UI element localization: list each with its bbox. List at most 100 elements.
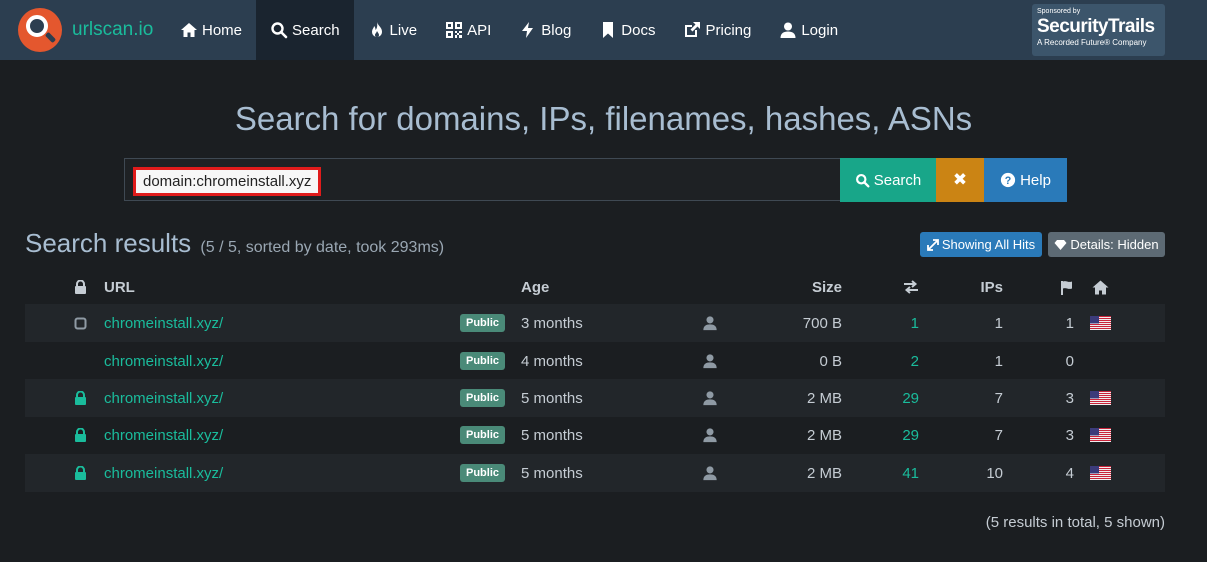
help-button[interactable]: ? Help xyxy=(984,158,1067,202)
user-icon xyxy=(779,21,797,39)
visibility-badge: Public xyxy=(460,426,506,444)
showing-all-hits-button[interactable]: Showing All Hits xyxy=(920,232,1042,257)
nav-login[interactable]: Login xyxy=(765,0,852,60)
details-toggle-button[interactable]: Details: Hidden xyxy=(1048,232,1165,257)
results-summary: (5 results in total, 5 shown) xyxy=(985,514,1165,531)
results-heading: Search results (5 / 5, sorted by date, t… xyxy=(25,228,444,259)
search-icon xyxy=(855,173,870,187)
result-countries: 3 xyxy=(1065,389,1074,407)
table-row[interactable]: chromeinstall.xyz/Public 5 months 2 MB 29 7 3 xyxy=(25,416,1165,454)
user-icon xyxy=(701,379,719,417)
result-countries: 3 xyxy=(1065,426,1074,444)
result-size: 700 B xyxy=(802,314,842,332)
brand-link[interactable]: urlscan.io xyxy=(18,8,153,52)
result-requests: 2 xyxy=(910,352,919,370)
nav-blog[interactable]: Blog xyxy=(505,0,585,60)
svg-text:?: ? xyxy=(1005,175,1012,187)
urlscan-logo-icon xyxy=(18,8,62,52)
results-meta: (5 / 5, sorted by date, took 293ms) xyxy=(200,239,445,256)
search-input[interactable]: domain:chromeinstall.xyz xyxy=(124,158,840,201)
result-size: 0 B xyxy=(819,352,842,370)
result-age: 4 months xyxy=(521,352,583,370)
ips-column-header[interactable]: IPs xyxy=(925,272,1003,302)
result-age: 3 months xyxy=(521,314,583,332)
us-flag-icon xyxy=(1089,379,1111,417)
result-url-link[interactable]: chromeinstall.xyz/ xyxy=(104,342,223,380)
fire-icon xyxy=(368,21,386,39)
search-button[interactable]: Search xyxy=(840,158,936,202)
bolt-icon xyxy=(519,21,537,39)
sponsor-name: SecurityTrails xyxy=(1037,16,1155,37)
close-icon: ✖ xyxy=(952,170,968,189)
clear-button[interactable]: ✖ xyxy=(936,158,984,202)
table-row[interactable]: chromeinstall.xyz/Public 4 months 0 B 2 1 0 xyxy=(25,342,1165,380)
result-ips: 7 xyxy=(994,426,1003,444)
us-flag-icon xyxy=(1089,304,1111,342)
nav-home-label: Home xyxy=(202,21,243,39)
lock-icon xyxy=(71,454,89,492)
table-row[interactable]: chromeinstall.xyz/Public 5 months 2 MB 29 7 3 xyxy=(25,379,1165,417)
main-nav: Home Search Live API Blog Docs Pricing L… xyxy=(166,0,852,60)
us-flag-icon xyxy=(1089,416,1111,454)
nav-live[interactable]: Live xyxy=(354,0,432,60)
nav-api[interactable]: API xyxy=(431,0,505,60)
lock-icon xyxy=(71,416,89,454)
result-countries: 4 xyxy=(1065,464,1074,482)
qrcode-icon xyxy=(445,21,463,39)
result-ips: 7 xyxy=(994,389,1003,407)
result-requests: 41 xyxy=(902,464,919,482)
nav-pricing[interactable]: Pricing xyxy=(669,0,765,60)
help-button-label: Help xyxy=(1020,171,1051,189)
size-column-header[interactable]: Size xyxy=(725,272,842,302)
user-icon xyxy=(701,454,719,492)
result-ips: 10 xyxy=(986,464,1003,482)
visibility-badge: Public xyxy=(460,352,506,370)
result-url-link[interactable]: chromeinstall.xyz/ xyxy=(104,379,223,417)
result-url-link[interactable]: chromeinstall.xyz/ xyxy=(104,454,223,492)
nav-live-label: Live xyxy=(389,21,418,39)
countries-header-flag-icon xyxy=(1015,272,1074,302)
age-column-header[interactable]: Age xyxy=(521,272,549,302)
nav-search[interactable]: Search xyxy=(256,0,354,60)
result-countries: 1 xyxy=(1065,314,1074,332)
result-size: 2 MB xyxy=(806,426,842,444)
sponsor-banner[interactable]: Sponsored by SecurityTrails A Recorded F… xyxy=(1032,4,1165,56)
top-navbar: urlscan.io Home Search Live API Blog Doc… xyxy=(0,0,1207,60)
result-url-link[interactable]: chromeinstall.xyz/ xyxy=(104,416,223,454)
lock-header-icon xyxy=(71,272,89,302)
nav-docs-label: Docs xyxy=(621,21,656,39)
sponsor-caption: Sponsored by xyxy=(1037,8,1081,15)
nav-docs[interactable]: Docs xyxy=(585,0,669,60)
home-header-icon xyxy=(1089,272,1111,302)
result-requests: 1 xyxy=(910,314,919,332)
results-table-header: URL Age Size IPs xyxy=(25,272,1165,302)
visibility-badge: Public xyxy=(460,464,506,482)
nav-api-label: API xyxy=(467,21,492,39)
square-icon xyxy=(71,304,89,342)
nav-blog-label: Blog xyxy=(541,21,572,39)
brand-name: urlscan.io xyxy=(72,19,154,40)
nav-pricing-label: Pricing xyxy=(705,21,752,39)
url-column-header[interactable]: URL xyxy=(104,272,135,302)
table-row[interactable]: chromeinstall.xyz/Public 3 months 700 B 1 1 1 xyxy=(25,304,1165,342)
results-title: Search results xyxy=(25,228,192,258)
result-ips: 1 xyxy=(994,352,1003,370)
result-requests: 29 xyxy=(902,426,919,444)
result-age: 5 months xyxy=(521,464,583,482)
lock-icon xyxy=(71,379,89,417)
user-icon xyxy=(701,416,719,454)
search-query-highlight: domain:chromeinstall.xyz xyxy=(133,167,322,196)
search-icon xyxy=(270,21,288,39)
question-circle-icon: ? xyxy=(1000,172,1016,188)
showing-all-hits-label: Showing All Hits xyxy=(941,237,1036,252)
visibility-badge: Public xyxy=(460,389,506,407)
nav-home[interactable]: Home xyxy=(166,0,256,60)
table-row[interactable]: chromeinstall.xyz/Public 5 months 2 MB 41 10… xyxy=(25,454,1165,492)
home-icon xyxy=(180,21,198,39)
user-icon xyxy=(701,342,719,380)
sponsor-tagline: A Recorded Future® Company xyxy=(1037,38,1147,47)
result-url-link[interactable]: chromeinstall.xyz/ xyxy=(104,304,223,342)
result-size: 2 MB xyxy=(806,464,842,482)
bookmark-icon xyxy=(599,21,617,39)
expand-icon xyxy=(926,238,939,251)
